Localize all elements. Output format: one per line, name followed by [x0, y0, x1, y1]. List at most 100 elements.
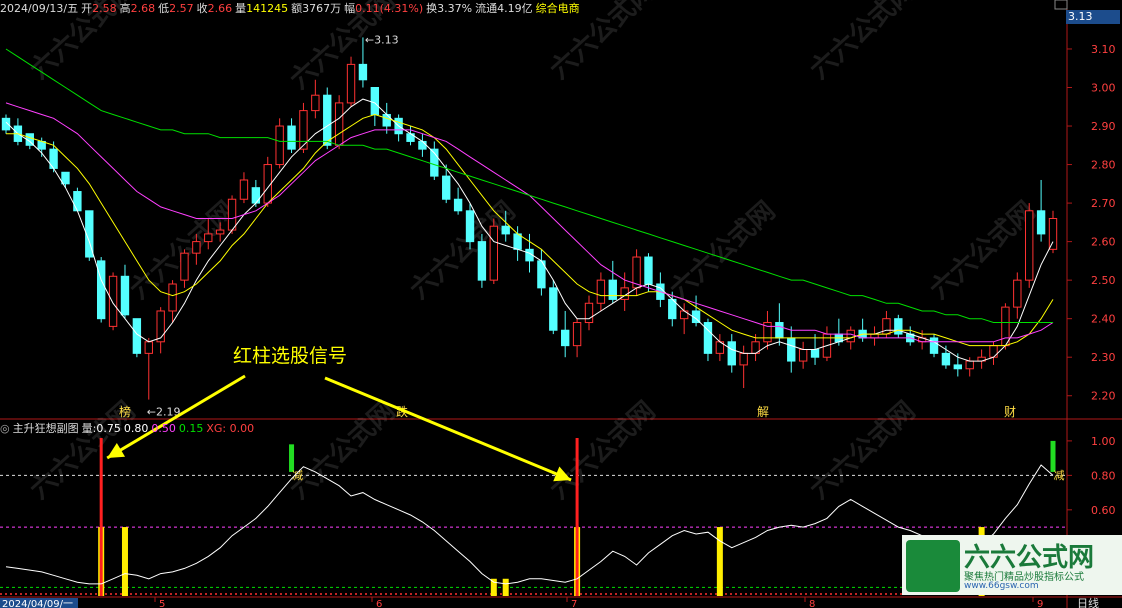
high-label: 高: [119, 2, 131, 15]
logo-url: www.66gsw.com: [964, 581, 1039, 591]
candle-body: [204, 233, 213, 243]
indicator-v4: 0.15: [178, 422, 204, 435]
candle-body: [810, 349, 820, 358]
event-label: 财: [1004, 405, 1016, 419]
candle-body: [251, 187, 261, 204]
signal-bar-yellow: [490, 578, 497, 596]
indicator-axis-label: 0.60: [1091, 504, 1116, 517]
candle-body: [989, 345, 998, 358]
candle-body: [180, 252, 189, 281]
candle-body: [882, 318, 891, 335]
candle-body: [346, 63, 356, 104]
candle-body: [453, 198, 463, 212]
stock-chart[interactable]: 六六公式网 六六公式网 六六公式网 六六公式网六六公式网 六六公式网 六六公式网 六六公式网…: [0, 0, 1122, 608]
candle-body: [489, 225, 498, 281]
candle-body: [239, 179, 249, 200]
signal-bar-green: [1050, 440, 1056, 472]
candle-body: [727, 341, 736, 366]
candle-body: [846, 329, 855, 343]
candle-body: [513, 233, 522, 250]
watermark: 六六公式网: [805, 396, 922, 505]
price-axis-label: 2.80: [1091, 159, 1116, 172]
candle-body: [61, 171, 70, 185]
logo-mark-icon: [906, 540, 960, 592]
turn-value: 3.37%: [437, 2, 473, 15]
indicator-name[interactable]: 主升狂想副图: [13, 422, 79, 435]
date-label: 2024/09/13/五: [0, 2, 79, 15]
float-value: 4.19亿: [497, 2, 533, 15]
price-axis-label: 2.30: [1091, 351, 1116, 364]
candle-body: [1001, 306, 1010, 347]
close-value: 2.66: [207, 2, 233, 15]
candle-body: [370, 87, 380, 115]
watermark-text: 六六公式网: [925, 196, 1042, 305]
vol-label: 量: [235, 2, 247, 15]
price-axis-label: 2.70: [1091, 197, 1116, 210]
candle-body: [965, 360, 974, 370]
candle-body: [584, 302, 594, 324]
candle-body: [108, 275, 118, 327]
indicator-gear-icon[interactable]: ◎: [0, 422, 10, 435]
low-label: 低: [158, 2, 170, 15]
candle-body: [561, 329, 570, 347]
window-corner-box: [1054, 0, 1068, 10]
candle-body: [227, 198, 237, 231]
candle-body: [382, 113, 391, 127]
signal-bar-yellow: [121, 527, 128, 596]
price-axis-label: 2.40: [1091, 313, 1116, 326]
candle-body: [418, 140, 427, 150]
candle-body: [775, 322, 784, 339]
candle-body: [334, 102, 344, 146]
amt-value: 3767万: [302, 2, 342, 15]
amt-label: 额: [291, 2, 303, 15]
annotation-text: 红柱选股信号: [233, 345, 347, 367]
time-axis-label: 9: [1037, 599, 1043, 608]
watermark: 六六公式网: [925, 196, 1042, 305]
candle-body: [596, 279, 606, 304]
candle-body: [358, 63, 368, 81]
chg-label: 幅: [344, 2, 356, 15]
indicator-v3: 0.50: [151, 422, 176, 435]
watermark: 六六公式网: [405, 196, 522, 305]
current-price-tag: 3.13: [1066, 10, 1120, 24]
candle-body: [644, 256, 653, 285]
watermark: 六六公式网: [545, 396, 662, 505]
candle-body: [941, 352, 951, 366]
float-label: 流通: [475, 2, 498, 15]
candle-body: [572, 322, 582, 347]
site-logo: 六六公式网 聚焦热门精品炒股指标公式 www.66gsw.com: [902, 535, 1122, 595]
candle-body: [501, 225, 510, 235]
event-label: 解: [757, 405, 769, 419]
time-axis-label: 6: [376, 599, 382, 608]
signal-bar-red: [99, 438, 103, 596]
candle-body: [120, 275, 130, 316]
time-axis-label: 8: [809, 599, 815, 608]
watermark: 六六公式网: [665, 196, 782, 305]
candle-body: [96, 260, 106, 320]
price-axis-label: 2.50: [1091, 274, 1116, 287]
time-axis-label: 7: [571, 599, 577, 608]
signal-bar-green: [289, 444, 295, 472]
candle-body: [870, 333, 879, 339]
indicator-axis-label: 0.80: [1091, 469, 1116, 482]
time-axis-label: 5: [159, 599, 165, 608]
watermark-text: 六六公式网: [805, 0, 922, 85]
moving-average-line: [5, 102, 1054, 343]
indicator-v2: 0.80: [123, 422, 149, 435]
high-marker: ←3.13: [365, 33, 399, 46]
candle-body: [608, 279, 617, 300]
high-value: 2.68: [130, 2, 156, 15]
candle-body: [275, 125, 284, 166]
signal-bar-red: [575, 438, 579, 596]
candle-body: [1036, 210, 1046, 235]
time-axis-label: 2024/04/09/一: [2, 599, 73, 608]
watermark: 六六公式网: [125, 196, 242, 305]
price-axis-label: 3.00: [1091, 82, 1116, 95]
price-axis-label: 2.60: [1091, 236, 1116, 249]
watermark-text: 六六公式网: [405, 196, 522, 305]
watermark-text: 六六公式网: [545, 396, 662, 505]
indicator-axis-label: 1.00: [1091, 435, 1116, 448]
indicator-xg: XG: 0.00: [206, 422, 255, 435]
watermark-text: 六六公式网: [125, 196, 242, 305]
watermark-text: 六六公式网: [665, 196, 782, 305]
